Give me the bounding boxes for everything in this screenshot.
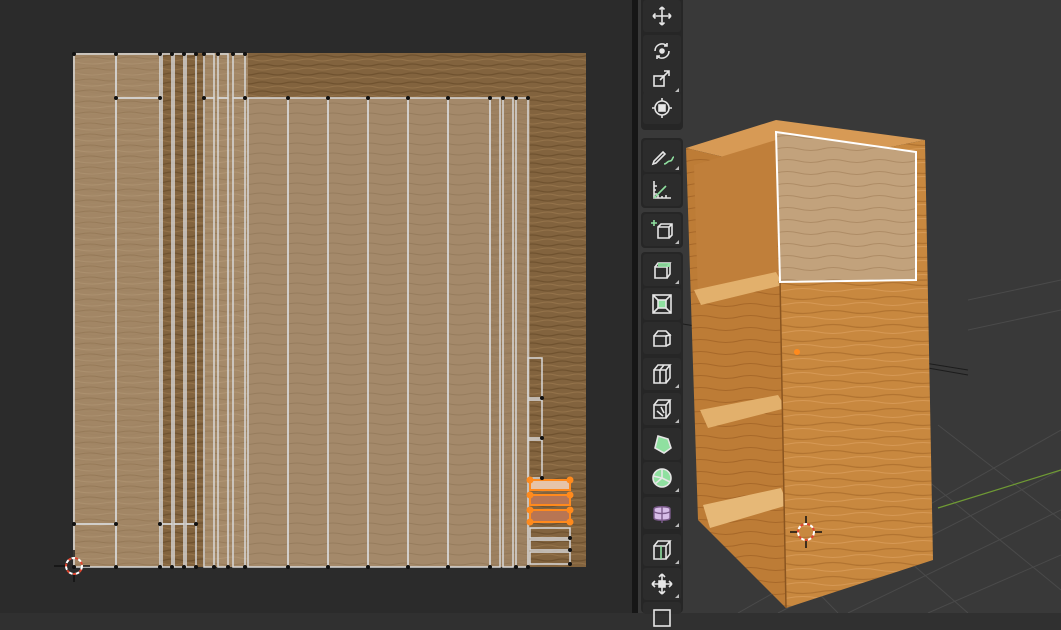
knife-icon (653, 399, 672, 419)
transform-tool[interactable] (643, 92, 681, 124)
add-tools-group (641, 212, 683, 248)
scale-tool[interactable] (643, 62, 681, 94)
face-origin (794, 349, 800, 355)
selected-face[interactable] (774, 130, 917, 284)
transform-icon (652, 98, 672, 118)
annotate-tool[interactable] (643, 140, 681, 172)
spin-icon (652, 468, 672, 488)
3d-viewport[interactable] (638, 0, 1061, 613)
smooth-tool[interactable] (643, 497, 681, 529)
move-icon (652, 6, 672, 26)
measure-tool[interactable] (643, 174, 681, 206)
smooth-icon (653, 506, 671, 523)
rotate-icon (654, 43, 670, 59)
edge-slide-tool[interactable] (643, 534, 681, 566)
bevel-tool[interactable] (643, 322, 681, 354)
rip-region-tool[interactable] (643, 602, 681, 627)
extrude-region-icon (654, 262, 672, 279)
rip-region-icon (653, 609, 671, 627)
edge-slide-icon (653, 540, 672, 560)
loop-cut-tool[interactable] (643, 358, 681, 390)
inset-faces-tool[interactable] (643, 288, 681, 320)
spin-tool[interactable] (643, 462, 681, 494)
shrink-fatten-tool[interactable] (643, 568, 681, 600)
add-cube-icon (651, 220, 673, 239)
wooden-shelf-cabinet[interactable] (686, 120, 933, 609)
submenu-indicator-icon (675, 523, 679, 527)
annotate-icon (651, 150, 674, 166)
poly-build-icon (654, 434, 672, 454)
submenu-indicator-icon (675, 488, 679, 492)
submenu-indicator-icon (675, 240, 679, 244)
annotate-tools-group (641, 138, 683, 208)
poly-build-tool[interactable] (643, 428, 681, 460)
tool-shelf (641, 0, 683, 627)
submenu-indicator-icon (675, 560, 679, 564)
submenu-indicator-icon (675, 384, 679, 388)
measure-icon (653, 181, 671, 199)
loop-cut-icon (653, 364, 672, 384)
submenu-indicator-icon (675, 419, 679, 423)
extrude-region-tool[interactable] (643, 254, 681, 286)
transform-tools-group (641, 0, 683, 130)
inset-faces-icon (652, 294, 672, 314)
add-cube-tool[interactable] (643, 214, 681, 246)
selected-uv-faces[interactable] (526, 476, 574, 526)
submenu-indicator-icon (675, 280, 679, 284)
viewport-canvas[interactable] (638, 0, 1061, 613)
submenu-indicator-icon (675, 166, 679, 170)
bevel-icon (653, 330, 672, 347)
uv-canvas[interactable] (0, 0, 632, 613)
mesh-tools-group (641, 252, 683, 627)
knife-tool[interactable] (643, 393, 681, 425)
scale-icon (653, 70, 670, 87)
submenu-indicator-icon (675, 594, 679, 598)
move-tool[interactable] (643, 0, 681, 32)
uv-editor[interactable] (0, 0, 632, 613)
shrink-fatten-icon (651, 573, 673, 595)
